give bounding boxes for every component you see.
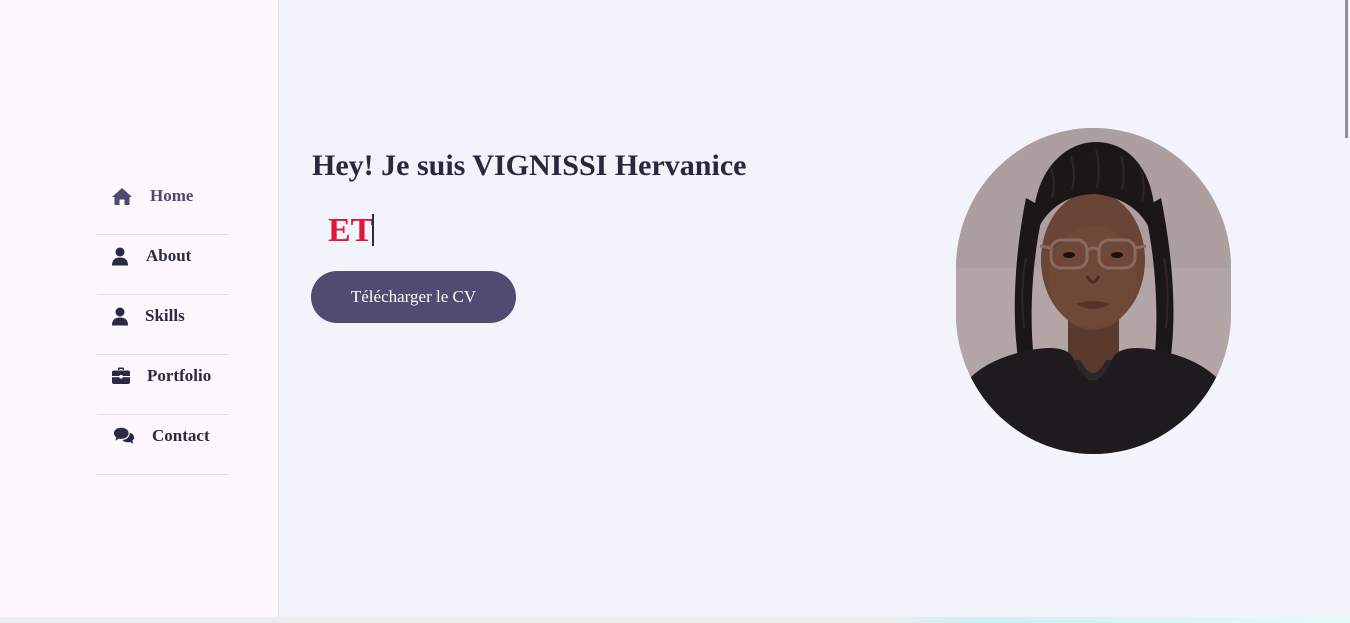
comments-icon <box>113 426 135 446</box>
user-icon <box>109 246 131 266</box>
scrollbar-thumb[interactable] <box>1345 0 1348 138</box>
sidebar-item-contact[interactable]: Contact <box>97 416 229 475</box>
sidebar-item-skills[interactable]: Skills <box>97 296 229 355</box>
sidebar-item-portfolio[interactable]: Portfolio <box>97 356 229 415</box>
profile-photo <box>956 128 1231 454</box>
bottom-edge <box>0 617 1350 623</box>
sidebar-item-about[interactable]: About <box>97 236 229 295</box>
sidebar-item-home[interactable]: Home <box>97 176 229 235</box>
sidebar-item-label: About <box>146 246 192 265</box>
home-icon <box>111 186 133 206</box>
sidebar-item-label: Skills <box>145 306 185 325</box>
sidebar-item-label: Contact <box>152 426 210 445</box>
sidebar: Home About Skills Portfolio Contact <box>0 0 279 617</box>
sidebar-item-label: Home <box>150 186 194 205</box>
hero-title: Hey! Je suis VIGNISSI Hervanice <box>312 149 747 182</box>
user-icon <box>109 306 131 326</box>
typing-caret <box>372 214 374 246</box>
sidebar-item-label: Portfolio <box>147 366 212 385</box>
page: Home About Skills Portfolio Contact Hey!… <box>0 0 1350 623</box>
typed-text: ET <box>328 212 374 249</box>
sidebar-nav: Home About Skills Portfolio Contact <box>97 176 229 475</box>
briefcase-icon <box>110 366 132 386</box>
download-cv-button[interactable]: Télécharger le CV <box>311 271 516 323</box>
